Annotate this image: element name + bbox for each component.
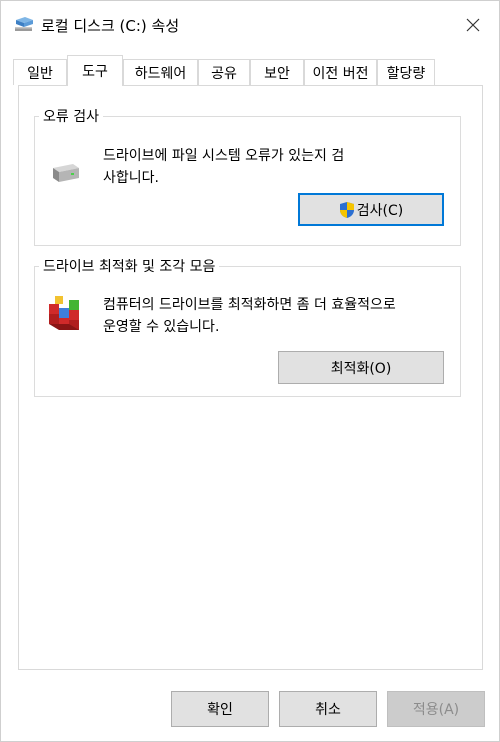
apply-button[interactable]: 적용(A) bbox=[387, 691, 485, 727]
ok-button[interactable]: 확인 bbox=[171, 691, 269, 727]
tab-quota[interactable]: 할당량 bbox=[377, 59, 435, 85]
window-title: 로컬 디스크 (C:) 속성 bbox=[41, 17, 180, 35]
tab-security[interactable]: 보안 bbox=[250, 59, 304, 85]
cancel-button[interactable]: 취소 bbox=[279, 691, 377, 727]
tools-page: 오류 검사 드라이브에 파일 시스템 오류가 있는지 검 사합니다. 검사(C)… bbox=[18, 85, 483, 670]
optimize-button[interactable]: 최적화(O) bbox=[278, 351, 444, 384]
optimize-description: 컴퓨터의 드라이브를 최적화하면 좀 더 효율적으로 운영할 수 있습니다. bbox=[103, 297, 396, 335]
close-icon bbox=[466, 17, 480, 36]
tab-general[interactable]: 일반 bbox=[13, 59, 67, 85]
tab-strip: 일반 도구 하드웨어 공유 보안 이전 버전 할당량 bbox=[11, 55, 491, 86]
drive-icon bbox=[49, 162, 81, 192]
check-button[interactable]: 검사(C) bbox=[298, 193, 444, 226]
tab-hardware[interactable]: 하드웨어 bbox=[123, 59, 198, 85]
error-check-title: 오류 검사 bbox=[39, 106, 103, 126]
error-check-group: 오류 검사 드라이브에 파일 시스템 오류가 있는지 검 사합니다. 검사(C) bbox=[34, 106, 461, 246]
title-bar: 로컬 디스크 (C:) 속성 bbox=[1, 1, 499, 51]
uac-shield-icon bbox=[339, 201, 355, 219]
optimize-title: 드라이브 최적화 및 조각 모음 bbox=[39, 256, 220, 276]
tab-previous-versions[interactable]: 이전 버전 bbox=[304, 59, 377, 85]
optimize-group: 드라이브 최적화 및 조각 모음 컴퓨터의 드라이브를 최적화하면 좀 더 효율… bbox=[34, 256, 461, 397]
defrag-icon bbox=[47, 294, 83, 338]
close-button[interactable] bbox=[453, 7, 493, 45]
drive-icon bbox=[13, 16, 35, 34]
error-check-description: 드라이브에 파일 시스템 오류가 있는지 검 사합니다. bbox=[103, 148, 345, 186]
tab-sharing[interactable]: 공유 bbox=[198, 59, 250, 85]
tab-tools[interactable]: 도구 bbox=[67, 55, 123, 86]
properties-window: 로컬 디스크 (C:) 속성 일반 도구 하드웨어 공유 보안 이전 버전 할당… bbox=[0, 0, 500, 742]
